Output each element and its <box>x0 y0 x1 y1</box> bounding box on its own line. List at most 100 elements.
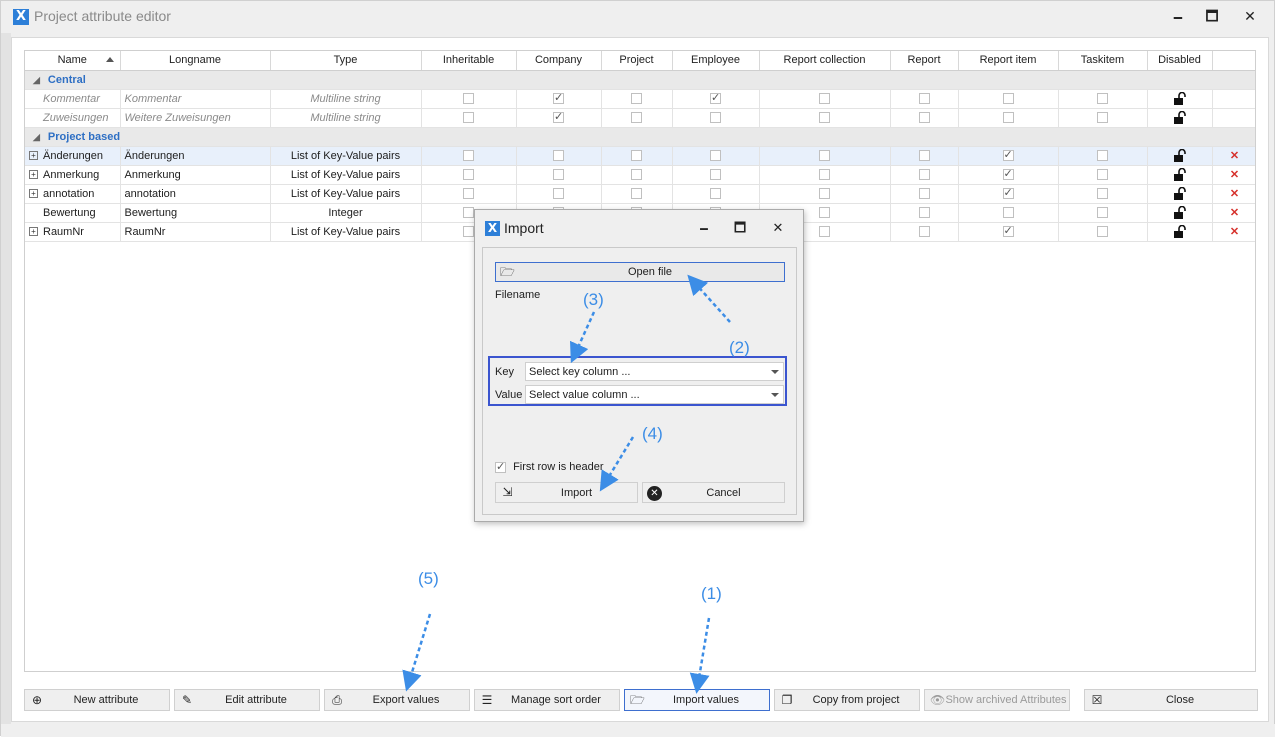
checkbox[interactable] <box>918 150 930 162</box>
column-header-taskitem[interactable]: Taskitem <box>1058 51 1148 71</box>
table-row[interactable]: + Änderungen Änderungen List of Key-Value p… <box>25 146 1255 166</box>
value-column-select[interactable]: Select value column ... <box>525 385 784 404</box>
checkbox[interactable] <box>819 169 830 181</box>
checkbox[interactable] <box>463 188 474 200</box>
checkbox[interactable] <box>463 226 474 238</box>
checkbox[interactable] <box>819 207 830 219</box>
checkbox[interactable] <box>819 112 830 124</box>
checkbox[interactable] <box>710 150 721 162</box>
table-row[interactable]: Kommentar Kommentar Multiline string <box>25 89 1255 109</box>
cell-name[interactable]: + Anmerkung <box>25 165 121 185</box>
show-archived-attributes-button[interactable]: 👁 Show archived Attributes <box>924 689 1070 711</box>
close-window-button[interactable]: ✕ <box>1235 5 1265 29</box>
checkbox[interactable] <box>1002 112 1014 124</box>
checkbox[interactable] <box>819 150 830 162</box>
cell-longname[interactable]: annotation <box>120 184 271 204</box>
key-column-select[interactable]: Select key column ... <box>525 362 784 381</box>
column-header-disabled[interactable]: Disabled <box>1147 51 1213 71</box>
table-row[interactable]: Zuweisungen Weitere Zuweisungen Multiline … <box>25 108 1255 128</box>
delete-icon[interactable]: ✕ <box>1230 226 1239 238</box>
checkbox[interactable] <box>1002 167 1014 181</box>
cell-name[interactable]: Kommentar <box>25 89 121 109</box>
column-header-company[interactable]: Company <box>516 51 602 71</box>
export-values-button[interactable]: ⎙ Export values <box>324 689 470 711</box>
checkbox[interactable] <box>1097 150 1108 162</box>
checkbox[interactable] <box>631 169 642 181</box>
close-button[interactable]: ☒ Close <box>1084 689 1258 711</box>
unlock-icon[interactable] <box>1173 91 1187 106</box>
group-row[interactable]: ◢ Project based <box>25 127 1255 147</box>
maximize-button[interactable]: 🗖 <box>1197 5 1227 29</box>
cell-type[interactable]: List of Key-Value pairs <box>270 165 422 185</box>
checkbox[interactable] <box>1097 93 1108 105</box>
cell-longname[interactable]: RaumNr <box>120 222 271 242</box>
checkbox[interactable] <box>463 169 474 181</box>
checkbox[interactable] <box>1097 112 1108 124</box>
checkbox[interactable] <box>553 91 564 105</box>
checkbox[interactable] <box>710 169 721 181</box>
checkbox[interactable] <box>1002 148 1014 162</box>
checkbox[interactable] <box>1097 226 1108 238</box>
checkbox[interactable] <box>819 93 830 105</box>
checkbox[interactable] <box>710 91 721 105</box>
checkbox[interactable] <box>710 112 721 124</box>
dialog-close-button[interactable]: ✕ <box>768 220 788 238</box>
edit-attribute-button[interactable]: ✎ Edit attribute <box>174 689 320 711</box>
checkbox[interactable] <box>631 93 642 105</box>
delete-icon[interactable]: ✕ <box>1230 207 1239 219</box>
cell-name[interactable]: + RaumNr <box>25 222 121 242</box>
delete-icon[interactable]: ✕ <box>1230 188 1239 200</box>
column-header-report-item[interactable]: Report item <box>958 51 1059 71</box>
checkbox[interactable] <box>918 207 930 219</box>
expand-plus-icon[interactable]: + <box>29 170 38 180</box>
checkbox[interactable] <box>463 112 474 124</box>
column-header-employee[interactable]: Employee <box>672 51 760 71</box>
unlock-icon[interactable] <box>1173 186 1187 201</box>
cancel-button[interactable]: ✕ Cancel <box>642 482 785 503</box>
column-header-report[interactable]: Report <box>890 51 959 71</box>
column-header-inheritable[interactable]: Inheritable <box>421 51 517 71</box>
cell-name[interactable]: Bewertung <box>25 203 121 223</box>
group-row[interactable]: ◢ Central <box>25 70 1255 90</box>
checkbox[interactable] <box>553 110 564 124</box>
checkbox[interactable] <box>1002 186 1014 200</box>
table-row[interactable]: + annotation annotation List of Key-Value p… <box>25 184 1255 204</box>
cell-longname[interactable]: Anmerkung <box>120 165 271 185</box>
checkbox[interactable] <box>918 169 930 181</box>
checkbox[interactable] <box>819 226 830 238</box>
checkbox[interactable] <box>553 169 564 181</box>
column-header-actions[interactable] <box>1212 51 1255 71</box>
expand-plus-icon[interactable]: + <box>29 151 38 161</box>
checkbox[interactable] <box>1097 169 1108 181</box>
unlock-icon[interactable] <box>1173 205 1187 220</box>
column-header-longname[interactable]: Longname <box>120 51 271 71</box>
checkbox[interactable] <box>631 150 642 162</box>
cell-type[interactable]: Integer <box>270 203 422 223</box>
cell-name[interactable]: + Änderungen <box>25 146 121 166</box>
checkbox[interactable] <box>918 226 930 238</box>
checkbox[interactable] <box>631 188 642 200</box>
first-row-header-checkbox[interactable] <box>495 460 506 473</box>
checkbox[interactable] <box>918 188 930 200</box>
checkbox[interactable] <box>463 150 474 162</box>
checkbox[interactable] <box>819 188 830 200</box>
copy-from-project-button[interactable]: ❐ Copy from project <box>774 689 920 711</box>
unlock-icon[interactable] <box>1173 167 1187 182</box>
open-file-button[interactable]: 🗁 Open file <box>495 262 785 282</box>
cell-type[interactable]: List of Key-Value pairs <box>270 146 422 166</box>
cell-longname[interactable]: Kommentar <box>120 89 271 109</box>
cell-type[interactable]: Multiline string <box>270 108 422 128</box>
cell-longname[interactable]: Änderungen <box>120 146 271 166</box>
checkbox[interactable] <box>918 93 930 105</box>
checkbox[interactable] <box>1002 224 1014 238</box>
checkbox[interactable] <box>631 112 642 124</box>
checkbox[interactable] <box>1002 93 1014 105</box>
delete-icon[interactable]: ✕ <box>1230 169 1239 181</box>
unlock-icon[interactable] <box>1173 148 1187 163</box>
cell-longname[interactable]: Weitere Zuweisungen <box>120 108 271 128</box>
new-attribute-button[interactable]: ⊕ New attribute <box>24 689 170 711</box>
unlock-icon[interactable] <box>1173 224 1187 239</box>
unlock-icon[interactable] <box>1173 110 1187 125</box>
checkbox[interactable] <box>463 207 474 219</box>
cell-name[interactable]: Zuweisungen <box>25 108 121 128</box>
